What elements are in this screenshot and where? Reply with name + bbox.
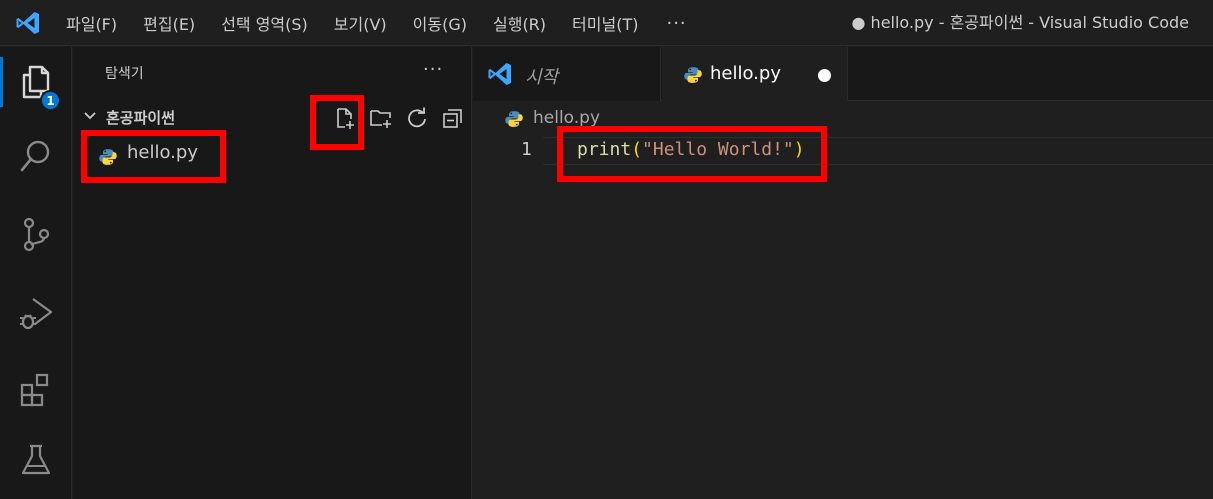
activity-explorer[interactable]: 1 — [0, 51, 72, 113]
menu-file[interactable]: 파일(F) — [66, 11, 117, 35]
vscode-logo-icon[interactable] — [14, 10, 42, 36]
new-folder-icon — [370, 110, 391, 128]
run-debug-icon — [20, 298, 53, 330]
highlight-box-code — [557, 126, 827, 182]
tab-hello-py[interactable]: hello.py — [662, 47, 848, 101]
folder-header[interactable]: 혼공파이썬 — [73, 103, 471, 133]
window-title: ● hello.py - 혼공파이썬 - Visual Studio Code — [851, 13, 1190, 32]
testing-icon — [21, 444, 51, 475]
refresh-button[interactable] — [399, 103, 435, 133]
tab-bar: 시작 hello.py — [473, 47, 1213, 101]
title-bar: 파일(F) 편집(E) 선택 영역(S) 보기(V) 이동(G) 실행(R) 터… — [0, 0, 1213, 46]
menu-go[interactable]: 이동(G) — [413, 11, 467, 35]
search-icon — [20, 140, 50, 172]
activity-run-debug[interactable] — [0, 281, 72, 343]
menu-terminal[interactable]: 터미널(T) — [572, 11, 638, 35]
collapse-all-button[interactable] — [435, 103, 471, 133]
menu-bar: 파일(F) 편집(E) 선택 영역(S) 보기(V) 이동(G) 실행(R) 터… — [66, 0, 687, 46]
extensions-icon — [20, 373, 49, 407]
explorer-badge: 1 — [40, 90, 61, 111]
unsaved-dot-icon[interactable] — [818, 69, 831, 82]
vscode-logo-icon — [488, 63, 511, 85]
new-folder-button[interactable] — [363, 103, 399, 133]
menu-edit[interactable]: 편집(E) — [143, 11, 195, 35]
source-control-icon — [23, 217, 50, 252]
menu-selection[interactable]: 선택 영역(S) — [221, 11, 308, 35]
highlight-box-new-file — [310, 95, 364, 150]
activity-testing[interactable] — [0, 429, 72, 491]
collapse-all-icon — [443, 109, 462, 128]
explorer-sidebar: 탐색기 ··· 혼공파이썬 hello.py — [73, 47, 472, 499]
activity-bar: 1 — [0, 47, 72, 499]
tab-start[interactable]: 시작 — [473, 47, 661, 101]
activity-source-control[interactable] — [0, 203, 72, 265]
tab-label: hello.py — [710, 63, 781, 84]
menu-view[interactable]: 보기(V) — [334, 11, 387, 35]
sidebar-title: 탐색기 — [105, 66, 144, 82]
chevron-down-icon — [84, 112, 96, 120]
menu-run[interactable]: 실행(R) — [493, 11, 546, 35]
menu-more-button[interactable]: ··· — [666, 13, 686, 34]
line-number: 1 — [521, 139, 532, 160]
activity-search[interactable] — [0, 125, 72, 187]
breadcrumb-file: hello.py — [533, 108, 601, 128]
tab-label: 시작 — [525, 67, 559, 88]
python-file-icon — [684, 67, 702, 83]
highlight-box-file — [81, 130, 226, 183]
refresh-icon — [408, 107, 426, 128]
sidebar-more-button[interactable]: ··· — [423, 59, 443, 80]
python-file-icon — [505, 111, 523, 127]
folder-name: 혼공파이썬 — [106, 109, 176, 127]
activity-extensions[interactable] — [0, 359, 72, 421]
